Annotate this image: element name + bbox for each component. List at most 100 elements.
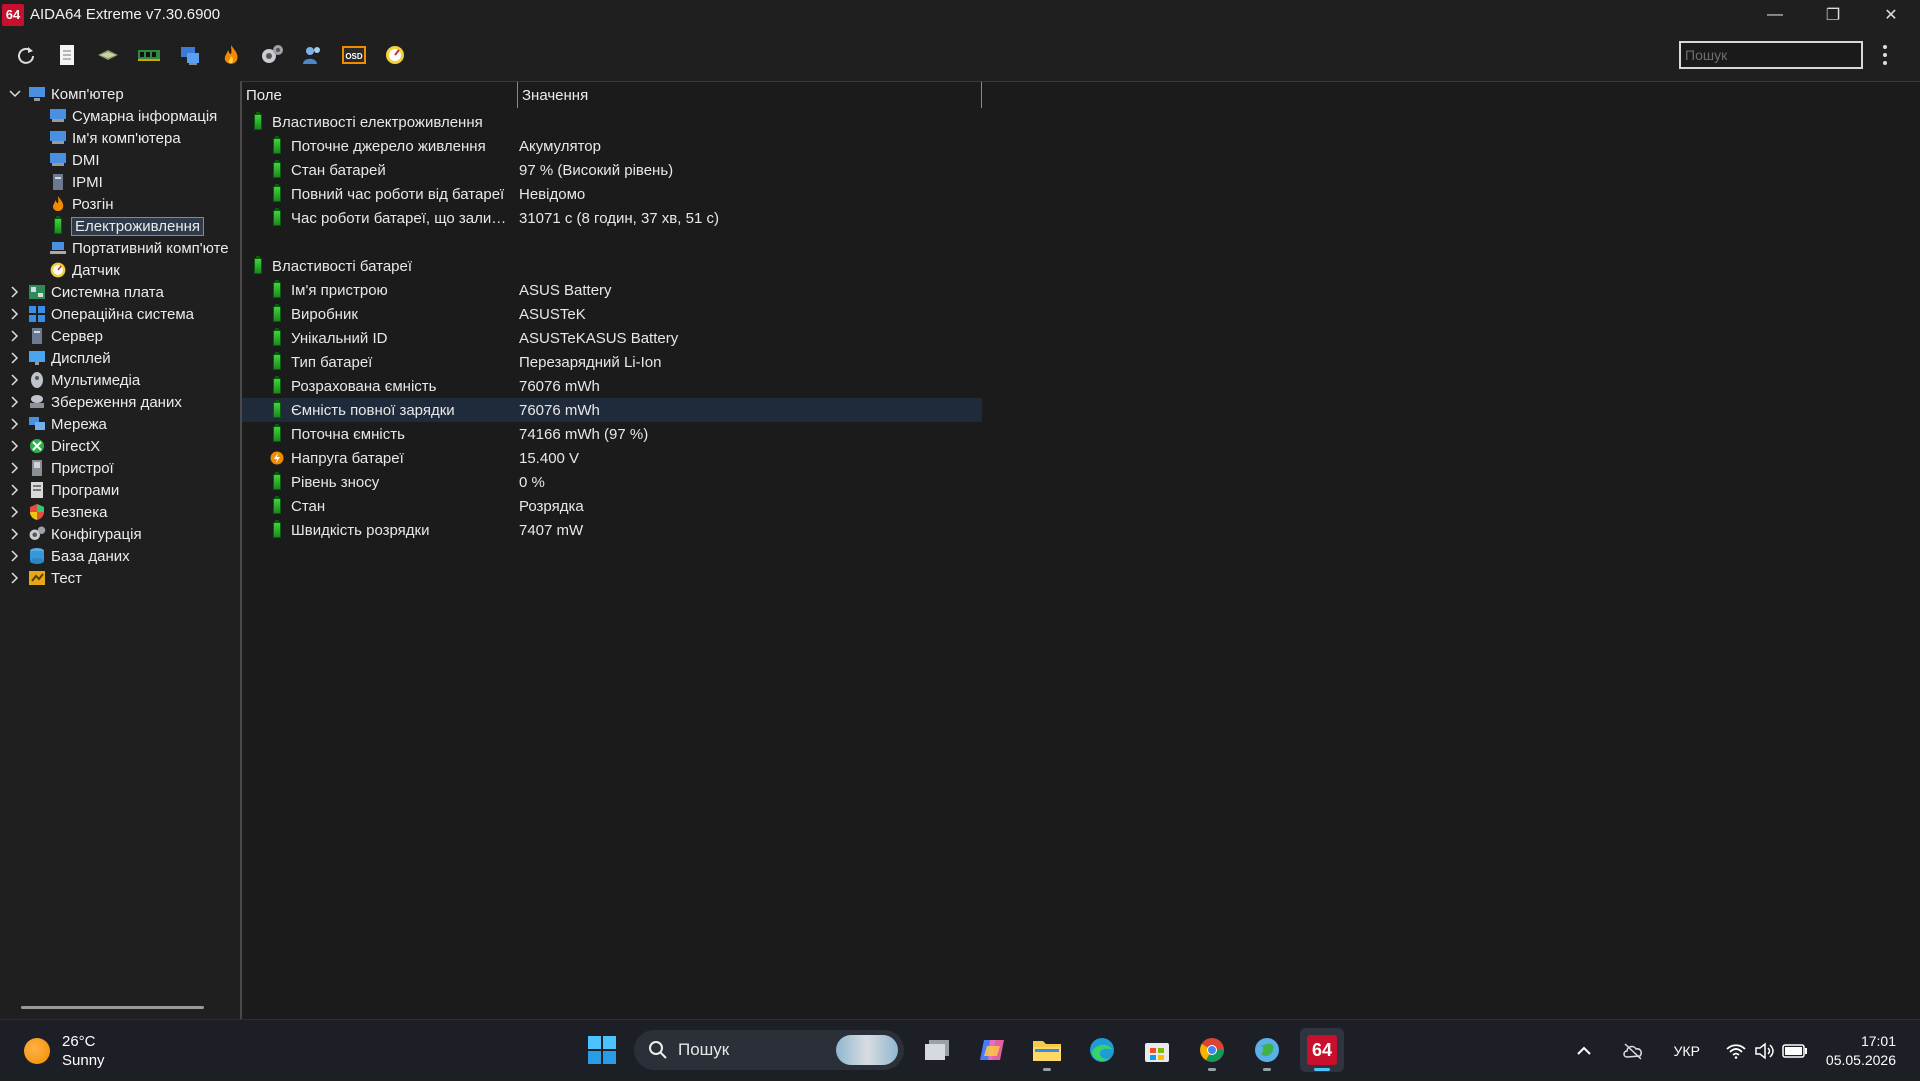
taskbar-search[interactable]: Пошук <box>634 1030 904 1070</box>
chrome-icon[interactable] <box>1190 1028 1234 1072</box>
table-row[interactable]: Стан батарей 97 % (Високий рівень) <box>242 158 982 182</box>
tree-item-motherboard[interactable]: Системна плата <box>8 281 164 303</box>
tree-item-programs[interactable]: Програми <box>8 479 119 501</box>
table-row[interactable]: Ім'я пристрою ASUS Battery <box>242 278 982 302</box>
weather-temperature: 26°C <box>62 1033 96 1050</box>
devices-icon <box>28 459 46 477</box>
tree-item-label: IPMI <box>72 173 103 191</box>
restore-button[interactable]: ❐ <box>1804 0 1862 29</box>
tree-item-label: Портативний комп'юте <box>72 239 229 257</box>
file-explorer-icon[interactable] <box>1025 1028 1069 1072</box>
table-row[interactable]: Поточна ємність 74166 mWh (97 %) <box>242 422 982 446</box>
battery-status-icon[interactable] <box>1782 1043 1808 1058</box>
tree-item-ipmi[interactable]: IPMI <box>49 171 103 193</box>
tree-item-summary[interactable]: Сумарна інформація <box>49 105 217 127</box>
tree-item-sensor[interactable]: Датчик <box>49 259 120 281</box>
settings-gears-icon[interactable] <box>258 41 286 69</box>
tree-item-display[interactable]: Дисплей <box>8 347 111 369</box>
table-row[interactable]: Рівень зносу 0 % <box>242 470 982 494</box>
tree-item-security[interactable]: Безпека <box>8 501 107 523</box>
chevron-right-icon[interactable] <box>8 571 22 585</box>
column-header-field[interactable]: Поле <box>242 82 518 108</box>
field-value: 76076 mWh <box>519 377 600 395</box>
refresh-icon[interactable] <box>12 41 40 69</box>
search-input[interactable] <box>1679 41 1863 69</box>
tree-item-os[interactable]: Операційна система <box>8 303 194 325</box>
group-row[interactable]: Властивості електроживлення <box>242 110 982 134</box>
chevron-right-icon[interactable] <box>8 329 22 343</box>
group-title: Властивості електроживлення <box>272 113 483 131</box>
table-row[interactable]: Напруга батареї 15.400 V <box>242 446 982 470</box>
sensor-gauge-icon[interactable] <box>381 41 409 69</box>
field-name: Стан <box>291 497 326 515</box>
close-button[interactable]: ✕ <box>1862 0 1920 29</box>
tree-item-computer[interactable]: Комп'ютер <box>8 83 124 105</box>
sidebar-horizontal-scrollbar[interactable] <box>21 1006 204 1009</box>
chevron-down-icon[interactable] <box>8 87 22 101</box>
osd-icon[interactable]: OSD <box>340 41 368 69</box>
tree-item-configuration[interactable]: Конфігурація <box>8 523 142 545</box>
tree-item-computer-name[interactable]: Ім'я комп'ютера <box>49 127 181 149</box>
edge-icon[interactable] <box>1080 1028 1124 1072</box>
copilot-icon[interactable] <box>970 1028 1014 1072</box>
weather-widget[interactable]: 26°C Sunny <box>24 1032 105 1070</box>
tree-item-directx[interactable]: DirectX <box>8 435 100 457</box>
chevron-right-icon[interactable] <box>8 285 22 299</box>
more-options-icon[interactable] <box>1878 43 1892 67</box>
memory-icon[interactable] <box>135 41 163 69</box>
motherboard-icon[interactable] <box>94 41 122 69</box>
users-icon[interactable] <box>299 41 327 69</box>
aida64-icon[interactable]: 64 <box>1300 1028 1344 1072</box>
group-row[interactable]: Властивості батареї <box>242 254 982 278</box>
computer-network-icon[interactable] <box>176 41 204 69</box>
store-icon[interactable] <box>1135 1028 1179 1072</box>
tree-item-multimedia[interactable]: Мультимедіа <box>8 369 140 391</box>
table-row[interactable]: Стан Розрядка <box>242 494 982 518</box>
task-view-icon[interactable] <box>915 1028 959 1072</box>
chevron-right-icon[interactable] <box>8 527 22 541</box>
table-row[interactable]: Унікальний ID ASUSTeKASUS Battery <box>242 326 982 350</box>
table-row[interactable]: Тип батареї Перезарядний Li-Ion <box>242 350 982 374</box>
table-row[interactable]: Швидкість розрядки 7407 mW <box>242 518 982 542</box>
chevron-right-icon[interactable] <box>8 395 22 409</box>
tree-item-dmi[interactable]: DMI <box>49 149 100 171</box>
flame-icon[interactable] <box>217 41 245 69</box>
chevron-right-icon[interactable] <box>8 351 22 365</box>
chevron-right-icon[interactable] <box>8 417 22 431</box>
tree-item-devices[interactable]: Пристрої <box>8 457 114 479</box>
language-indicator[interactable]: УКР <box>1674 1043 1700 1059</box>
tree-item-overclock[interactable]: Розгін <box>49 193 113 215</box>
table-row[interactable]: Розрахована ємність 76076 mWh <box>242 374 982 398</box>
table-row[interactable]: Поточне джерело живлення Акумулятор <box>242 134 982 158</box>
tree-item-power[interactable]: Електроживлення <box>49 215 205 237</box>
tree-item-network[interactable]: Мережа <box>8 413 107 435</box>
tree-item-server[interactable]: Сервер <box>8 325 103 347</box>
laptop-icon <box>49 239 67 257</box>
chevron-right-icon[interactable] <box>8 549 22 563</box>
chevron-right-icon[interactable] <box>8 483 22 497</box>
table-row[interactable]: Повний час роботи від батареї Невідомо <box>242 182 982 206</box>
tree-item-portable[interactable]: Портативний комп'юте <box>49 237 229 259</box>
tree-item-storage[interactable]: Збереження даних <box>8 391 182 413</box>
battery-icon <box>270 400 284 419</box>
column-header-value[interactable]: Значення <box>518 82 982 108</box>
wifi-icon[interactable] <box>1726 1043 1746 1059</box>
report-icon[interactable] <box>53 41 81 69</box>
start-button[interactable] <box>580 1028 624 1072</box>
chevron-right-icon[interactable] <box>8 373 22 387</box>
chevron-right-icon[interactable] <box>8 439 22 453</box>
globe-app-icon[interactable] <box>1245 1028 1289 1072</box>
chevron-right-icon[interactable] <box>8 307 22 321</box>
chevron-up-icon[interactable] <box>1576 1046 1592 1056</box>
table-row[interactable]: Час роботи батареї, що залиш... 31071 с … <box>242 206 982 230</box>
table-row-selected[interactable]: Ємність повної зарядки 76076 mWh <box>242 398 982 422</box>
table-row[interactable]: Виробник ASUSTeK <box>242 302 982 326</box>
minimize-button[interactable]: — <box>1746 0 1804 29</box>
clock[interactable]: 17:01 05.05.2026 <box>1826 1032 1896 1070</box>
cloud-off-icon[interactable] <box>1622 1042 1644 1060</box>
tree-item-database[interactable]: База даних <box>8 545 130 567</box>
chevron-right-icon[interactable] <box>8 505 22 519</box>
chevron-right-icon[interactable] <box>8 461 22 475</box>
tree-item-benchmark[interactable]: Тест <box>8 567 82 589</box>
volume-icon[interactable] <box>1754 1041 1774 1060</box>
